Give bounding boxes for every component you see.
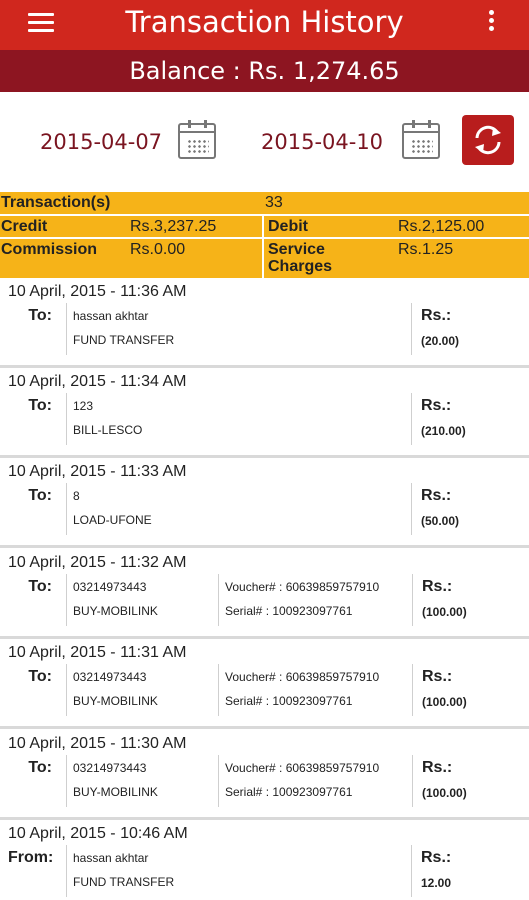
refresh-button[interactable] — [462, 115, 514, 165]
transaction-party: 03214973443 — [73, 580, 147, 594]
list-item[interactable]: 10 April, 2015 - 11:36 AM To: hassan akh… — [0, 279, 529, 368]
transaction-party: 03214973443 — [73, 761, 147, 775]
amount-label: Rs.: — [421, 487, 452, 504]
transaction-details: hassan akhtar FUND TRANSFER — [66, 303, 411, 355]
transaction-direction: From: — [8, 849, 54, 866]
voucher-details: Voucher# : 60639859757910 Serial# : 1009… — [218, 574, 412, 626]
service-charges-value: Rs.1.25 — [398, 241, 454, 258]
transaction-amount: (100.00) — [422, 786, 467, 800]
to-date[interactable]: 2015-04-10 — [261, 130, 383, 154]
commission-value: Rs.0.00 — [130, 241, 186, 258]
transaction-details: 03214973443 BUY-MOBILINK — [66, 574, 218, 626]
balance-banner: Balance : Rs. 1,274.65 — [0, 50, 529, 92]
transaction-type: BILL-LESCO — [73, 423, 143, 437]
transaction-details: 03214973443 BUY-MOBILINK — [66, 664, 218, 716]
calendar-icon[interactable] — [402, 120, 440, 159]
refresh-icon — [475, 125, 501, 155]
credit-value: Rs.3,237.25 — [130, 218, 217, 235]
amount-label: Rs.: — [421, 397, 452, 414]
transaction-direction: To: — [28, 307, 52, 324]
transaction-datetime: 10 April, 2015 - 10:46 AM — [8, 825, 188, 842]
list-item[interactable]: 10 April, 2015 - 11:32 AM To: 0321497344… — [0, 550, 529, 639]
amount-label: Rs.: — [421, 849, 452, 866]
overflow-menu-icon[interactable] — [487, 10, 495, 36]
voucher-number: Voucher# : 60639859757910 — [225, 761, 380, 775]
transaction-amount: (210.00) — [421, 424, 466, 438]
list-item[interactable]: 10 April, 2015 - 11:30 AM To: 0321497344… — [0, 731, 529, 820]
transaction-amount: (100.00) — [422, 695, 467, 709]
voucher-details: Voucher# : 60639859757910 Serial# : 1009… — [218, 664, 412, 716]
credit-label: Credit — [1, 218, 48, 235]
list-item[interactable]: 10 April, 2015 - 11:31 AM To: 0321497344… — [0, 640, 529, 729]
amount-label: Rs.: — [422, 759, 453, 776]
transaction-amount: (50.00) — [421, 514, 460, 528]
transaction-summary: Transaction(s) 33 Credit Rs.3,237.25 Deb… — [0, 192, 529, 278]
voucher-number: Voucher# : 60639859757910 — [225, 670, 380, 684]
debit-label: Debit — [268, 218, 308, 235]
transaction-amount-block: Rs.: (50.00) — [411, 483, 521, 535]
from-date[interactable]: 2015-04-07 — [40, 130, 162, 154]
calendar-icon[interactable] — [178, 120, 216, 159]
transaction-amount-block: Rs.: (100.00) — [412, 755, 522, 807]
transaction-party: hassan akhtar — [73, 851, 149, 865]
transaction-direction: To: — [28, 487, 52, 504]
transaction-amount: (20.00) — [421, 334, 460, 348]
transaction-type: BUY-MOBILINK — [73, 694, 158, 708]
voucher-number: Voucher# : 60639859757910 — [225, 580, 380, 594]
transaction-direction: To: — [28, 397, 52, 414]
transaction-amount-block: Rs.: (100.00) — [412, 574, 522, 626]
amount-label: Rs.: — [422, 668, 453, 685]
amount-label: Rs.: — [422, 578, 453, 595]
transaction-direction: To: — [28, 578, 52, 595]
page-title: Transaction History — [125, 5, 404, 39]
transactions-count: 33 — [265, 194, 283, 211]
transaction-amount-block: Rs.: (100.00) — [412, 664, 522, 716]
transaction-details: 8 LOAD-UFONE — [66, 483, 411, 535]
transaction-amount-block: Rs.: (210.00) — [411, 393, 521, 445]
transaction-amount: 12.00 — [421, 876, 452, 890]
transaction-amount-block: Rs.: (20.00) — [411, 303, 521, 355]
service-charges-label: Service Charges — [268, 241, 333, 275]
commission-label: Commission — [1, 241, 98, 258]
serial-number: Serial# : 100923097761 — [225, 604, 353, 618]
transaction-party: hassan akhtar — [73, 309, 149, 323]
serial-number: Serial# : 100923097761 — [225, 694, 353, 708]
transaction-amount-block: Rs.: 12.00 — [411, 845, 521, 897]
transaction-datetime: 10 April, 2015 - 11:30 AM — [8, 735, 187, 752]
voucher-details: Voucher# : 60639859757910 Serial# : 1009… — [218, 755, 412, 807]
app-toolbar: Transaction History — [0, 0, 529, 50]
transaction-type: LOAD-UFONE — [73, 513, 152, 527]
transaction-details: 03214973443 BUY-MOBILINK — [66, 755, 218, 807]
transaction-party: 03214973443 — [73, 670, 147, 684]
transaction-datetime: 10 April, 2015 - 11:31 AM — [8, 644, 187, 661]
transaction-direction: To: — [28, 668, 52, 685]
transaction-party: 8 — [73, 489, 80, 503]
transaction-type: FUND TRANSFER — [73, 875, 175, 889]
serial-number: Serial# : 100923097761 — [225, 785, 353, 799]
transaction-details: 123 BILL-LESCO — [66, 393, 411, 445]
list-item[interactable]: 10 April, 2015 - 11:33 AM To: 8 LOAD-UFO… — [0, 459, 529, 548]
transaction-type: FUND TRANSFER — [73, 333, 175, 347]
transaction-amount: (100.00) — [422, 605, 467, 619]
transaction-type: BUY-MOBILINK — [73, 604, 158, 618]
amount-label: Rs.: — [421, 307, 452, 324]
transaction-party: 123 — [73, 399, 94, 413]
list-item[interactable]: 10 April, 2015 - 11:34 AM To: 123 BILL-L… — [0, 369, 529, 458]
transaction-datetime: 10 April, 2015 - 11:36 AM — [8, 283, 187, 300]
transactions-label: Transaction(s) — [1, 194, 111, 211]
debit-value: Rs.2,125.00 — [398, 218, 485, 235]
list-item[interactable]: 10 April, 2015 - 10:46 AM From: hassan a… — [0, 821, 529, 900]
transaction-details: hassan akhtar FUND TRANSFER — [66, 845, 411, 897]
transaction-direction: To: — [28, 759, 52, 776]
date-range-selector: 2015-04-07 2015-04-10 — [0, 92, 529, 192]
transaction-datetime: 10 April, 2015 - 11:33 AM — [8, 463, 187, 480]
transaction-datetime: 10 April, 2015 - 11:32 AM — [8, 554, 187, 571]
transaction-type: BUY-MOBILINK — [73, 785, 158, 799]
transaction-datetime: 10 April, 2015 - 11:34 AM — [8, 373, 187, 390]
